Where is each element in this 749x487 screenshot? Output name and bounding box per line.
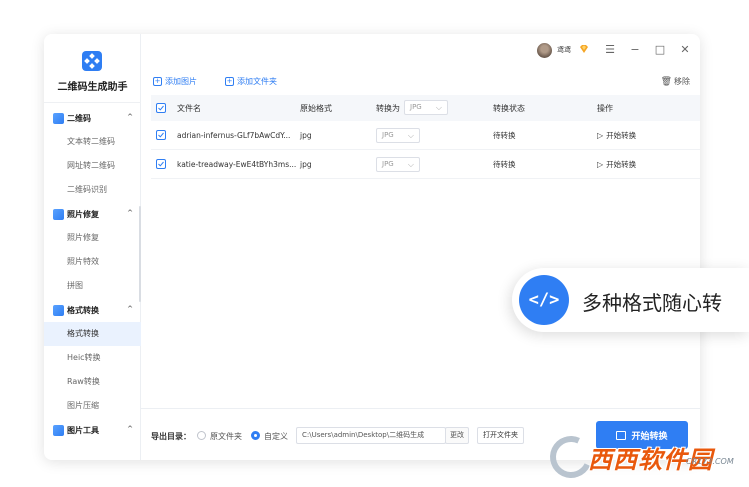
sidebar-group-image-tools[interactable]: 图片工具 ^ [44,418,141,442]
convert-status: 待转换 [493,159,516,169]
table-row[interactable]: katie-treadway-EwE4tBYh3ms... jpg JPG ⌵ … [151,150,700,179]
sidebar-group-label: 格式转换 [67,305,99,315]
add-folder-button[interactable]: + 添加文件夹 [225,76,277,87]
select-all-checkbox[interactable] [156,103,166,113]
sidebar-group-label: 照片修复 [67,209,99,219]
add-image-label: 添加图片 [165,77,197,86]
sidebar-item-photo-repair[interactable]: 照片修复 [44,226,141,250]
avatar[interactable] [537,43,552,58]
sidebar-nav: 二维码 ^ 文本转二维码 网址转二维码 二维码识别 照片修复 ^ 照片修复 照片… [44,106,141,442]
row-checkbox[interactable] [156,159,166,169]
add-folder-label: 添加文件夹 [237,77,277,86]
chevron-down-icon: ⌵ [407,131,414,140]
vip-diamond-icon [580,45,588,53]
header-original-format: 原始格式 [300,103,332,113]
sidebar-group-format-convert[interactable]: 格式转换 ^ [44,298,141,322]
chevron-up-icon: ^ [127,113,133,121]
sidebar: 二维码生成助手 二维码 ^ 文本转二维码 网址转二维码 二维码识别 照片修复 ^… [44,34,141,460]
sidebar-item-image-compress[interactable]: 图片压缩 [44,394,141,418]
convert-to-select[interactable]: JPG ⌵ [376,128,420,143]
output-dir-label: 导出目录： [151,432,191,441]
divider [44,102,141,103]
start-convert-button[interactable]: ▷ 开始转换 [597,130,636,141]
watermark: 西西软件园 CR173.COM [544,430,734,484]
header-status: 转换状态 [493,103,525,113]
image-tools-group-icon [53,424,64,436]
sidebar-group-label: 图片工具 [67,425,99,435]
chevron-down-icon: ⌵ [435,103,442,112]
original-format: jpg [300,159,312,169]
sidebar-scrollbar[interactable] [139,206,141,302]
promo-text: 多种格式随心转 [582,291,722,315]
close-icon[interactable]: ✕ [678,43,692,56]
chevron-up-icon: ^ [127,305,133,313]
chevron-up-icon: ^ [127,425,133,433]
plus-icon: + [153,77,162,86]
remove-label: 移除 [674,77,690,86]
chevron-down-icon: ⌵ [407,160,414,169]
sidebar-group-photo-repair[interactable]: 照片修复 ^ [44,202,141,226]
minimize-icon[interactable]: − [628,43,642,56]
change-path-button[interactable]: 更改 [445,427,469,444]
file-name: adrian-infernus-GLf7bAwCdY... [177,130,291,140]
sidebar-group-qrcode[interactable]: 二维码 ^ [44,106,141,130]
folder-plus-icon: + [225,77,234,86]
header-filename: 文件名 [177,103,201,113]
watermark-sub: CR173.COM [686,457,734,466]
sidebar-item-format-convert[interactable]: 格式转换 [44,322,141,346]
sidebar-item-heic-convert[interactable]: Heic转换 [44,346,141,370]
header-action: 操作 [597,103,613,113]
original-folder-radio[interactable] [197,431,206,440]
table-row[interactable]: adrian-infernus-GLf7bAwCdY... jpg JPG ⌵ … [151,121,700,150]
app-window: 二维码生成助手 二维码 ^ 文本转二维码 网址转二维码 二维码识别 照片修复 ^… [44,34,700,460]
custom-folder-radio[interactable] [251,431,260,440]
original-folder-label[interactable]: 原文件夹 [210,431,242,442]
sidebar-item-collage[interactable]: 拼图 [44,274,141,298]
table-header: 文件名 原始格式 转换为 JPG ⌵ 转换状态 操作 [151,95,700,121]
promo-banner: </> 多种格式随心转 [512,268,749,332]
start-convert-label: 开始转换 [606,130,637,140]
maximize-icon[interactable]: □ [653,43,667,56]
hamburger-icon[interactable]: ☰ [603,43,617,56]
select-value: JPG [382,131,394,139]
convert-to-all-select[interactable]: JPG ⌵ [404,100,448,115]
sidebar-item-url-to-qrcode[interactable]: 网址转二维码 [44,154,141,178]
username[interactable]: 鸢鸢 [557,45,571,55]
header-convert-to: 转换为 [376,103,400,113]
convert-status: 待转换 [493,130,516,140]
output-path-input[interactable]: C:\Users\admin\Desktop\二维码生成 [296,427,446,444]
play-icon: ▷ [597,130,604,140]
row-checkbox[interactable] [156,130,166,140]
sidebar-item-photo-effects[interactable]: 照片特效 [44,250,141,274]
photo-repair-group-icon [53,208,64,220]
code-icon: </> [519,275,569,325]
play-icon: ▷ [597,159,604,169]
select-value: JPG [410,103,422,111]
custom-folder-label[interactable]: 自定义 [264,431,288,442]
sidebar-item-qrcode-recognition[interactable]: 二维码识别 [44,178,141,202]
sidebar-item-raw-convert[interactable]: Raw转换 [44,370,141,394]
format-convert-group-icon [53,304,64,316]
chevron-up-icon: ^ [127,209,133,217]
remove-button[interactable]: 🗑 移除 [661,76,690,87]
toolbar: + 添加图片 + 添加文件夹 🗑 移除 [141,68,700,95]
start-convert-button[interactable]: ▷ 开始转换 [597,159,636,170]
qrcode-group-icon [53,112,64,124]
sidebar-item-text-to-qrcode[interactable]: 文本转二维码 [44,130,141,154]
sidebar-group-label: 二维码 [67,113,91,123]
trash-icon: 🗑 [660,76,672,87]
file-name: katie-treadway-EwE4tBYh3ms... [177,159,297,169]
file-table: 文件名 原始格式 转换为 JPG ⌵ 转换状态 操作 adrian-infern… [151,95,700,179]
app-logo-icon [82,51,102,71]
convert-to-select[interactable]: JPG ⌵ [376,157,420,172]
original-format: jpg [300,130,312,140]
add-image-button[interactable]: + 添加图片 [153,76,197,87]
open-folder-button[interactable]: 打开文件夹 [477,427,524,444]
start-convert-label: 开始转换 [606,159,637,169]
select-value: JPG [382,160,394,168]
app-title: 二维码生成助手 [57,82,128,93]
titlebar: 鸢鸢 ☰ − □ ✕ [141,34,700,68]
